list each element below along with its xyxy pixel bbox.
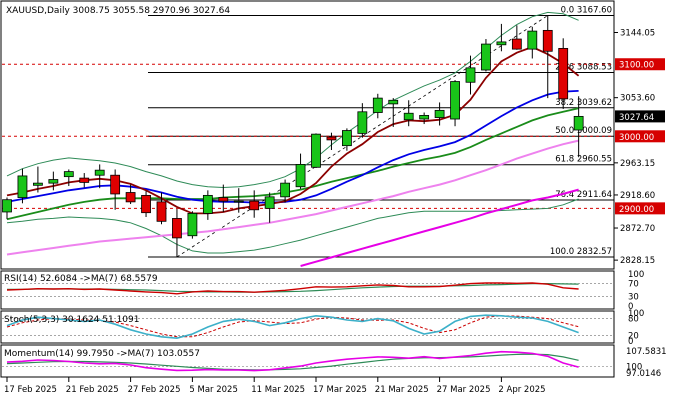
candle-body [2,199,12,213]
fib-level-label: 100.0 2832.57 [550,247,612,257]
price-tag-label: 3000.00 [619,133,654,143]
fib-level-label: 50.0 3000.09 [555,126,612,136]
candle-body [357,111,368,134]
candle-body [434,109,445,118]
fib-level-label: 61.8 2960.55 [555,155,612,165]
candle-body [481,43,491,71]
date-label: 27 Feb 2025 [128,385,181,395]
fib-level-label: 76.4 2911.64 [555,190,612,200]
candle-body [187,212,198,237]
price-tag-label: 3100.00 [619,61,654,71]
price-tag: 2900.00 [615,202,665,215]
candle-body [311,133,321,168]
candle-body [141,194,151,214]
forex-chart[interactable]: 0.0 3167.60 23.6 3088.53 38.2 3039.62 50.0 … [0,0,700,400]
date-label: 5 Mar 2025 [189,385,237,395]
stoch-label: Stoch(5,3,3) 30.1624 51.1091 [4,315,139,325]
date-label: 21 Mar 2025 [375,385,429,395]
candle [187,211,198,239]
candle-body [496,41,507,46]
candle-body [542,29,553,52]
candle [450,80,460,127]
candle-body [388,99,399,105]
candle-body [218,197,229,202]
candle-body [372,97,383,113]
price-tag: 3100.00 [615,58,665,71]
stoch-tick-label: 0 [628,337,633,347]
candle [481,39,491,72]
price-tick-label: 2963.15 [620,159,655,169]
candle-body [156,201,167,222]
date-label: 17 Mar 2025 [313,385,367,395]
chart-title: XAUUSD,Daily 3008.75 3055.58 2970.96 302… [6,6,230,16]
date-label: 2 Apr 2025 [498,385,545,395]
date-label: 11 Mar 2025 [251,385,305,395]
momentum-tick-label: 97.0146 [626,369,661,379]
chart-canvas[interactable]: 0.0 3167.6023.6 3088.5338.2 3039.6250.0 … [0,0,700,400]
candle-body [264,196,275,209]
candle-body [341,130,352,147]
candle-body [233,200,244,203]
candle-body [450,81,460,120]
candle-body [17,175,28,198]
candle-body [403,112,414,121]
price-tag: 3000.00 [615,130,665,143]
candle-body [249,200,260,211]
candle [311,133,321,169]
rsi-tick-label: 70 [628,280,639,290]
candle-body [125,192,136,203]
rsi-tick-label: 30 [628,292,639,302]
date-label: 17 Feb 2025 [4,385,57,395]
candle-body [110,174,121,195]
candle [558,38,569,109]
price-tick-label: 2828.15 [620,256,655,266]
candle-body [558,47,569,100]
candle-body [94,169,105,176]
candle-body [79,177,90,183]
price-tick-label: 3144.05 [620,29,655,39]
momentum-label: Momentum(14) 99.7950 ->MA(7) 103.0557 [4,349,200,359]
candle-body [573,115,584,131]
candle-body [295,164,306,188]
rsi-tick-label: 100 [628,270,644,280]
candle-body [48,179,59,184]
date-label: 27 Mar 2025 [437,385,491,395]
price-tick-label: 3053.60 [620,94,655,104]
candle-body [527,30,538,50]
fib-level-label: 38.2 3039.62 [555,98,612,108]
price-tick-label: 2918.60 [620,191,655,201]
rsi-label: RSI(14) 52.6084 ->MA(7) 68.5579 [4,274,158,284]
candle-body [280,182,291,198]
price-tag: 3027.64 [615,110,665,123]
stoch-tick-label: 80 [628,315,639,325]
candle-body [419,115,430,120]
fib-level-label: 0.0 3167.60 [561,6,612,16]
price-tick-label: 2872.70 [620,224,655,234]
date-label: 21 Feb 2025 [66,385,119,395]
candle-body [202,194,213,214]
price-tag-label: 3027.64 [619,113,654,123]
candle-body [33,182,43,186]
momentum-tick-label: 107.5831 [626,347,667,357]
price-tag-label: 2900.00 [619,205,654,215]
candle-body [465,67,476,83]
candle-body [172,218,182,239]
candle-body [63,171,74,178]
candle-body [511,38,522,50]
candle-body [326,136,337,141]
